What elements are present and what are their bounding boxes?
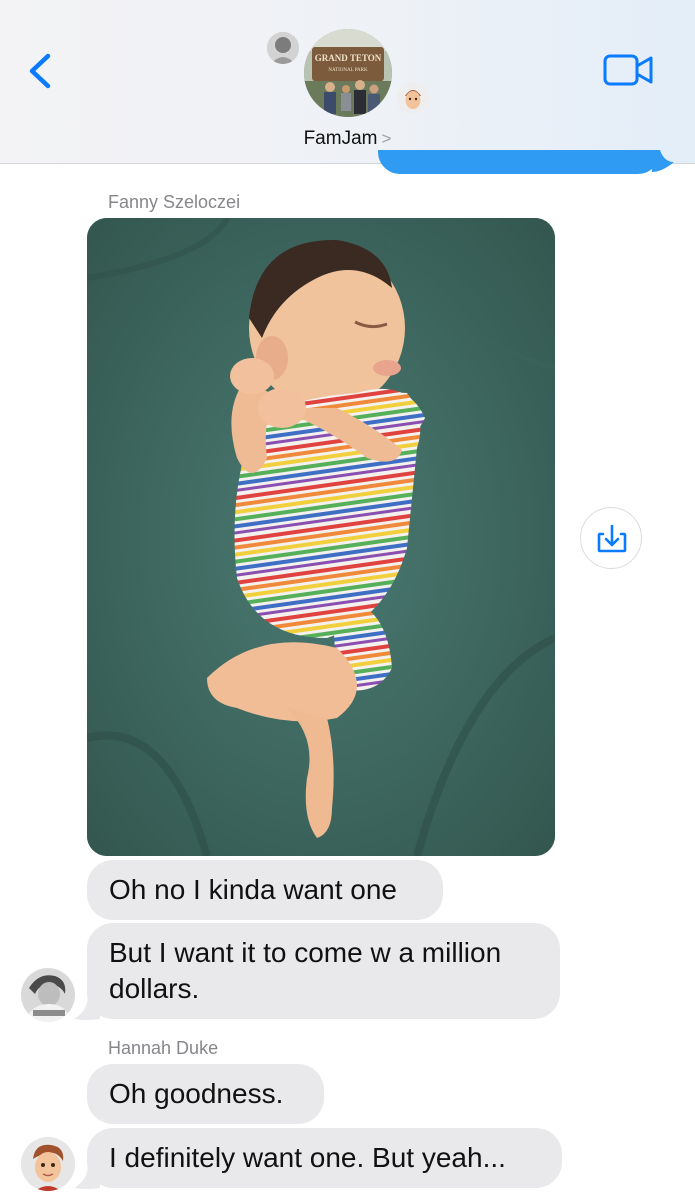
message-text: Oh goodness. (109, 1078, 284, 1109)
photo-attachment-baby[interactable] (87, 218, 555, 856)
group-photo-sign-subtext: NATIONAL PARK (328, 68, 368, 73)
sender-avatar-fanny[interactable] (21, 968, 75, 1022)
group-photo-sign-text: GRAND TETON (315, 53, 382, 63)
back-button[interactable] (26, 50, 56, 92)
video-camera-icon (603, 54, 653, 86)
chevron-right-icon: > (381, 129, 392, 148)
message-text: I definitely want one. But yeah... (109, 1142, 506, 1173)
received-message-bubble[interactable]: But I want it to come w a million dollar… (87, 923, 560, 1019)
chevron-left-icon (29, 53, 51, 89)
participant-avatar-left (267, 32, 299, 64)
download-icon (597, 524, 627, 553)
received-message-bubble[interactable]: Oh no I kinda want one (87, 860, 443, 920)
group-name[interactable]: FamJam > (0, 128, 695, 150)
sender-name: Hannah Duke (108, 1038, 219, 1058)
bubble-tail (74, 1164, 100, 1189)
conversation-header: GRAND TETON NATIONAL PARK FamJam > (0, 0, 695, 164)
message-text: Oh no I kinda want one (109, 874, 397, 905)
received-message-bubble[interactable]: I definitely want one. But yeah... (87, 1128, 562, 1188)
group-photo-avatar[interactable]: GRAND TETON NATIONAL PARK (304, 29, 392, 117)
participant-avatar-memoji (397, 82, 429, 114)
sent-bubble-tail (652, 150, 674, 172)
sender-avatar-hannah[interactable] (21, 1137, 75, 1191)
sender-name: Fanny Szeloczei (108, 192, 241, 212)
group-name-label: FamJam (303, 128, 378, 149)
received-message-bubble[interactable]: Oh goodness. (87, 1064, 324, 1124)
facetime-video-button[interactable] (603, 54, 655, 86)
message-text: But I want it to come w a million (109, 937, 502, 968)
sent-message-bubble[interactable] (378, 150, 660, 174)
save-photo-button[interactable] (580, 507, 642, 569)
bubble-tail (74, 995, 100, 1020)
message-text: dollars. (109, 973, 200, 1004)
